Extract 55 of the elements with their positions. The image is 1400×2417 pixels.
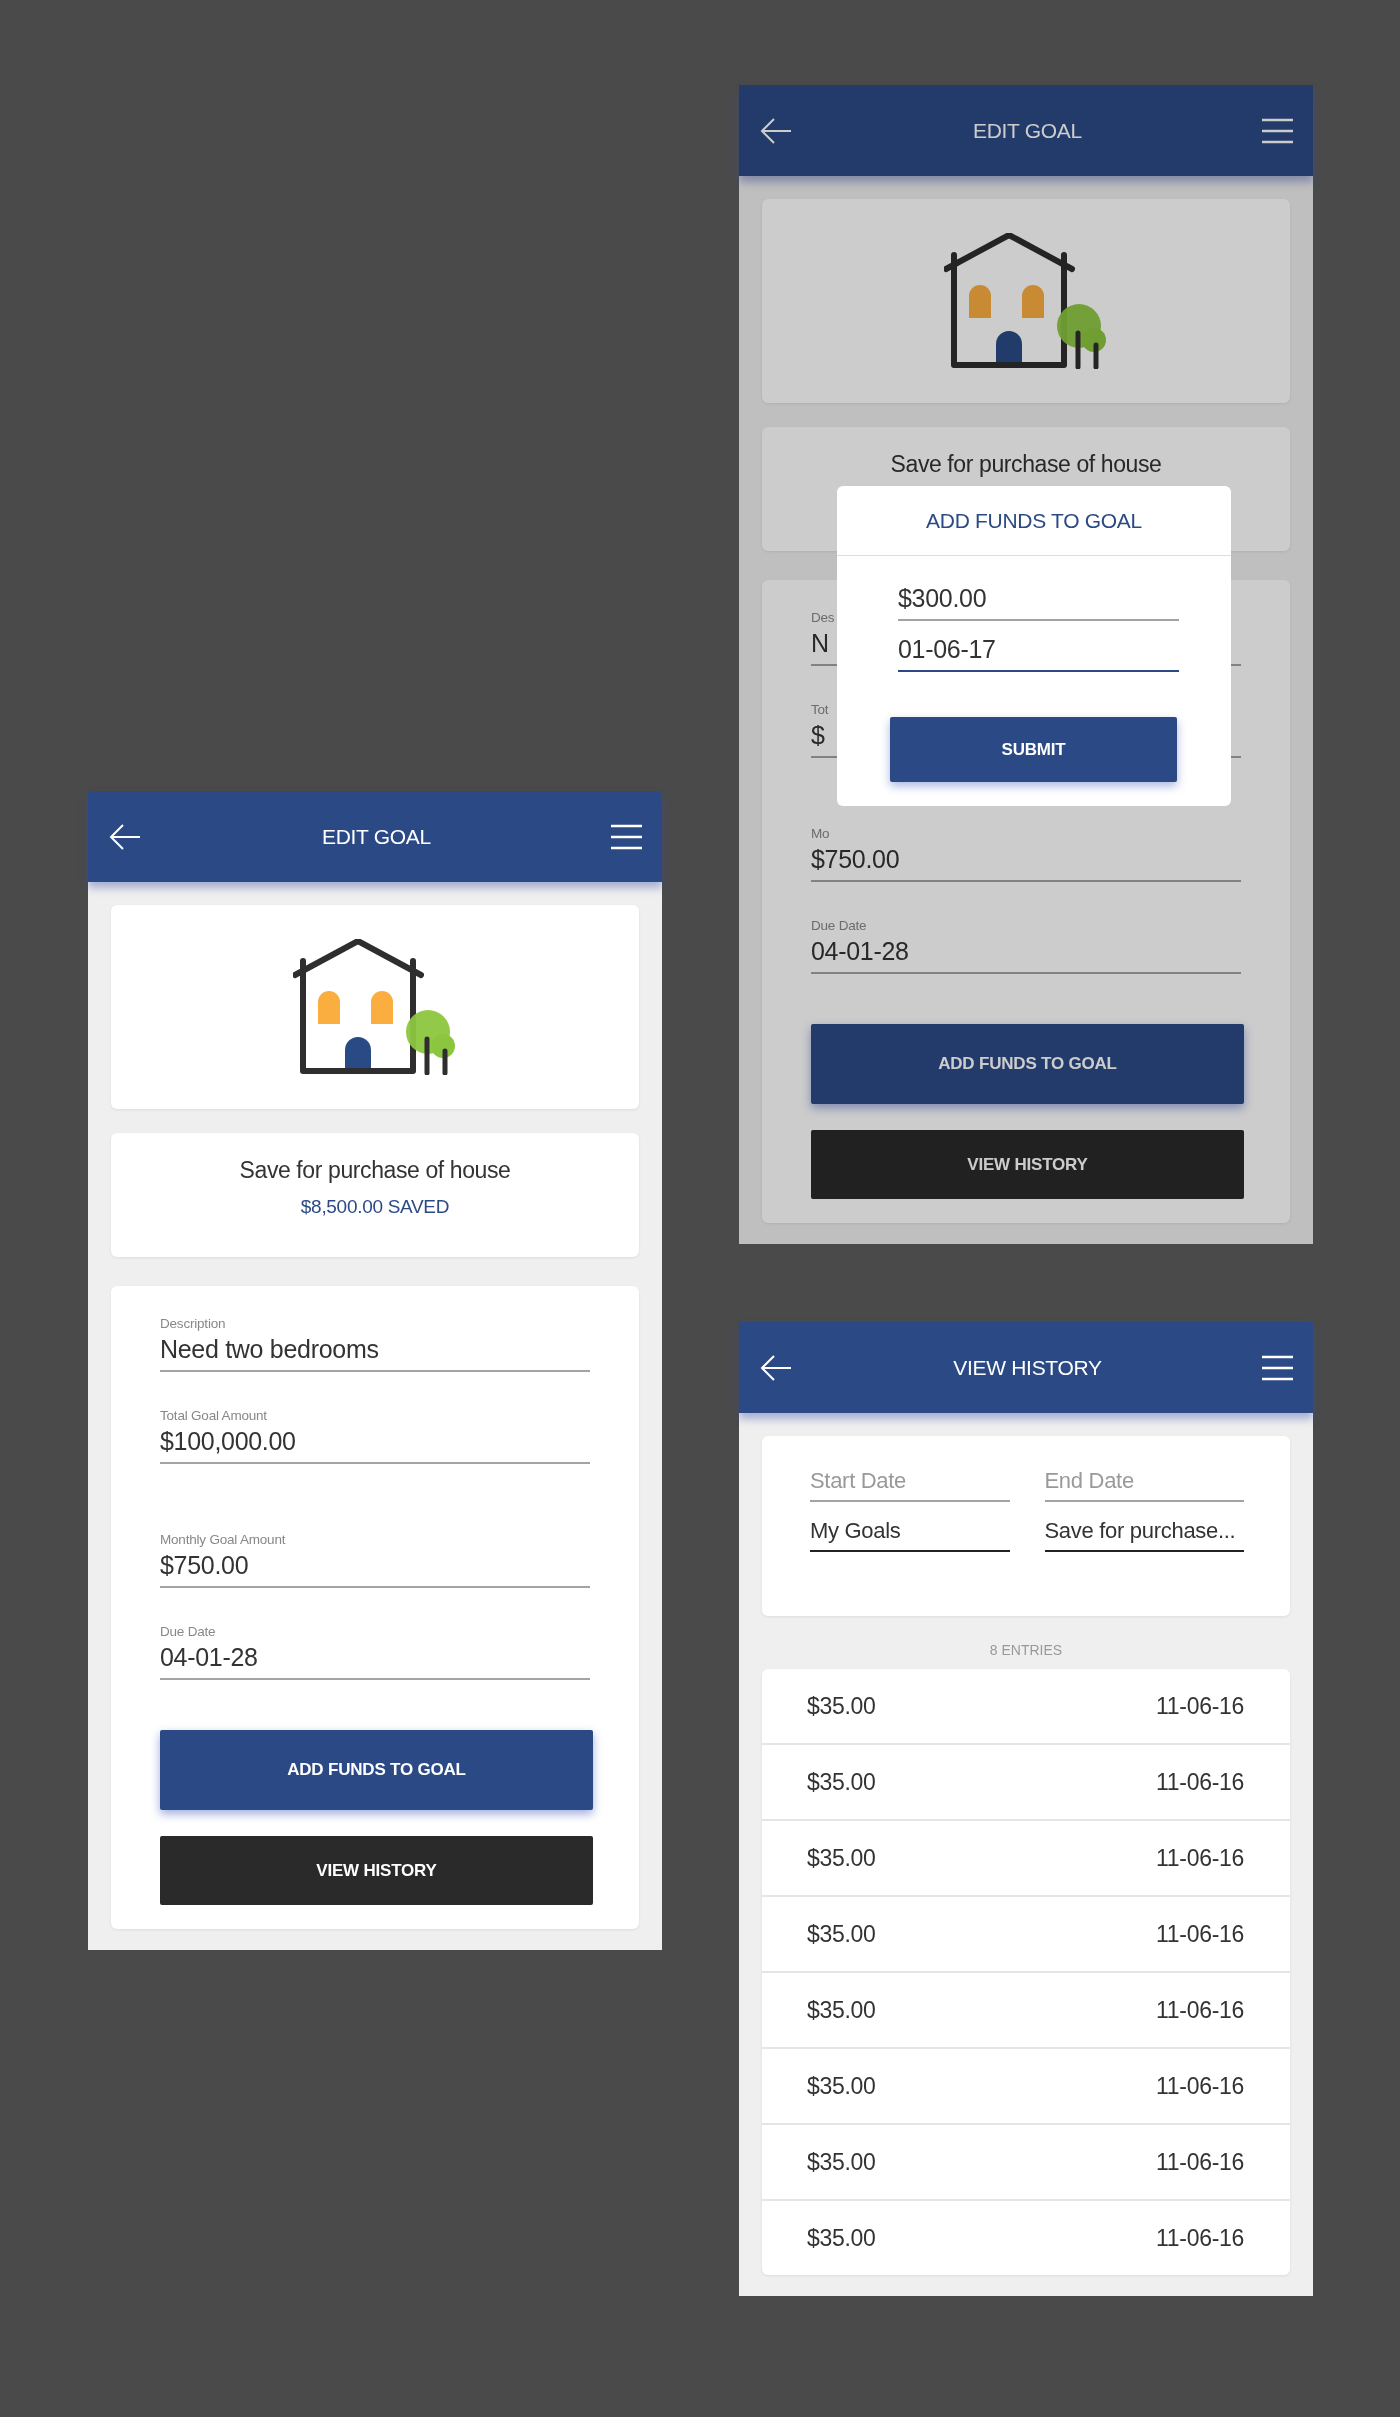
entry-amount: $35.00 (807, 1920, 876, 1948)
field-label: Mo (811, 826, 830, 841)
text-field[interactable]: 04-01-28 (160, 1639, 590, 1680)
dialog-title: ADD FUNDS TO GOAL (837, 486, 1231, 556)
entry-amount: $35.00 (807, 2072, 876, 2100)
back-arrow-icon[interactable] (108, 822, 142, 851)
history-button[interactable]: VIEW HISTORY (811, 1130, 1244, 1199)
back-arrow-icon[interactable] (759, 1353, 793, 1382)
menu-icon[interactable] (1262, 1354, 1293, 1381)
goal-title: Save for purchase of house (890, 451, 1162, 478)
goal-title: Save for purchase of house (239, 1157, 511, 1184)
menu-icon[interactable] (1262, 117, 1293, 144)
entry-count: 8 ENTRIES (989, 1642, 1063, 1658)
entry-date: 11-06-16 (1156, 1768, 1244, 1796)
date-field[interactable]: Start Date (810, 1464, 1010, 1502)
date-field[interactable]: End Date (1044, 1464, 1244, 1502)
text-field[interactable]: $100,000.00 (160, 1423, 590, 1464)
saved-amount: $8,500.00 SAVED (300, 1196, 450, 1218)
entry-amount: $35.00 (807, 2224, 876, 2252)
entry-date: 11-06-16 (1156, 2148, 1244, 2176)
entry-date: 11-06-16 (1156, 1692, 1244, 1720)
back-arrow-icon[interactable] (759, 116, 793, 145)
add-funds-button[interactable]: ADD FUNDS TO GOAL (160, 1730, 593, 1810)
add-funds-button[interactable]: ADD FUNDS TO GOAL (811, 1024, 1244, 1104)
field-label: Monthly Goal Amount (160, 1532, 286, 1547)
field-label: Tot (811, 702, 829, 717)
field-label: Description (160, 1316, 226, 1331)
screen-title: EDIT GOAL (973, 118, 1082, 143)
entry-amount: $35.00 (807, 1692, 876, 1720)
submit-button[interactable]: SUBMIT (890, 717, 1177, 782)
field-label: Total Goal Amount (160, 1408, 267, 1423)
text-field[interactable]: $750.00 (160, 1547, 590, 1588)
entry-amount: $35.00 (807, 1768, 876, 1796)
text-field[interactable]: 04-01-28 (811, 933, 1241, 974)
field-label: Des (811, 610, 835, 625)
entry-amount: $35.00 (807, 2148, 876, 2176)
entry-date: 11-06-16 (1156, 1920, 1244, 1948)
entry-amount: $35.00 (807, 1996, 876, 2024)
history-button[interactable]: VIEW HISTORY (160, 1836, 593, 1905)
menu-icon[interactable] (611, 823, 642, 850)
dropdown-field[interactable]: My Goals (810, 1514, 1010, 1552)
field-label: Due Date (160, 1624, 216, 1639)
text-field[interactable]: $300.00 (898, 580, 1179, 621)
text-field[interactable]: $750.00 (811, 841, 1241, 882)
dropdown-field[interactable]: Save for purchase... (1044, 1514, 1244, 1552)
entry-date: 11-06-16 (1156, 1844, 1244, 1872)
screen-title: EDIT GOAL (322, 824, 431, 849)
entry-amount: $35.00 (807, 1844, 876, 1872)
field-label: Due Date (811, 918, 867, 933)
entry-date: 11-06-16 (1156, 2224, 1244, 2252)
entry-date: 11-06-16 (1156, 1996, 1244, 2024)
screen-title: VIEW HISTORY (953, 1355, 1102, 1380)
text-field[interactable]: 01-06-17 (898, 631, 1179, 672)
entry-date: 11-06-16 (1156, 2072, 1244, 2100)
text-field[interactable]: Need two bedrooms (160, 1331, 590, 1372)
